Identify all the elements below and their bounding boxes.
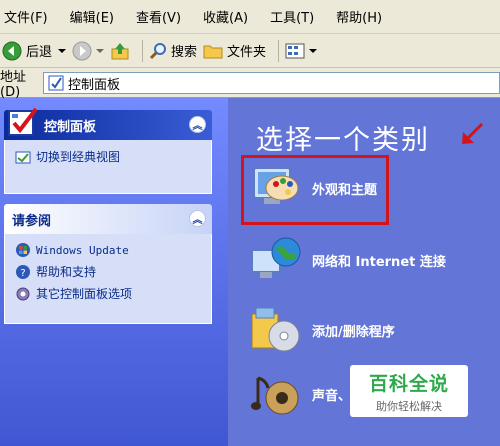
collapse-chevron-icon[interactable]: ︽ [189, 210, 206, 227]
menu-bar: 文件(F) 编辑(E) 查看(V) 收藏(A) 工具(T) 帮助(H) [0, 0, 500, 34]
back-button[interactable]: 后退 [2, 41, 52, 61]
control-panel-small-icon [48, 75, 64, 91]
watermark-title: 百科全说 [368, 372, 449, 395]
other-options-label: 其它控制面板选项 [36, 287, 133, 301]
collapse-chevron-icon[interactable]: ︽ [189, 116, 206, 133]
switch-view-icon [15, 151, 31, 163]
windows-update-label: Windows Update [36, 243, 129, 257]
toolbar-separator [278, 39, 280, 62]
folders-icon [203, 45, 223, 58]
see-also-title: 请参阅 [12, 213, 52, 229]
windows-update-icon [16, 243, 30, 257]
views-grid-icon [285, 43, 305, 58]
other-options-link[interactable]: 其它控制面板选项 [15, 285, 201, 302]
menu-tools[interactable]: 工具(T) [270, 7, 314, 26]
control-panel-box-header[interactable]: 控制面板 ︽ [4, 107, 212, 140]
toolbar-separator [142, 39, 144, 62]
see-also-box-body: Windows Update ? 帮助和支持 其它控制面板选项 [4, 234, 212, 324]
category-add-remove-label: 添加/删除程序 [312, 324, 395, 340]
help-support-label: 帮助和支持 [36, 265, 97, 279]
folders-label: 文件夹 [227, 45, 267, 60]
menu-edit[interactable]: 编辑(E) [70, 7, 114, 26]
address-input[interactable]: 控制面板 [43, 72, 500, 94]
category-sounds-label: 声音、 [312, 388, 352, 404]
back-label: 后退 [26, 45, 53, 60]
folders-button[interactable]: 文件夹 [203, 41, 266, 60]
switch-classic-view-link[interactable]: 切换到经典视图 [15, 148, 201, 165]
dropdown-arrow-icon [309, 48, 318, 53]
address-label: 地址(D) [0, 69, 27, 100]
control-panel-box: 控制面板 ︽ 切换到经典视图 [4, 107, 212, 194]
baike-watermark: 百科全说 助你轻松解决 [350, 365, 468, 417]
dropdown-arrow-icon [58, 48, 67, 53]
back-arrow-icon [2, 41, 22, 60]
toolbar: 后退 搜索 文件夹 [0, 34, 500, 68]
menu-file[interactable]: 文件(F) [4, 7, 48, 26]
watermark-subtitle: 助你轻松解决 [376, 399, 442, 413]
gear-icon [16, 287, 30, 300]
pick-category-heading: 选择一个类别 [256, 125, 430, 156]
address-bar: 地址(D) 控制面板 [0, 68, 500, 100]
sounds-icon [251, 376, 299, 415]
control-panel-box-title: 控制面板 [44, 119, 97, 135]
forward-button[interactable] [72, 41, 105, 61]
address-value: 控制面板 [68, 77, 121, 93]
category-network-label: 网络和 Internet 连接 [312, 254, 446, 270]
views-button[interactable] [285, 42, 318, 60]
control-panel-icon [8, 107, 38, 136]
category-network-internet[interactable]: 网络和 Internet 连接 [250, 234, 446, 286]
menu-favorites[interactable]: 收藏(A) [203, 7, 248, 26]
category-sounds[interactable]: 声音、 [250, 368, 351, 420]
network-globe-icon [251, 237, 301, 278]
see-also-box: 请参阅 ︽ Windows Update ? 帮助和支持 其它控制面板选项 [4, 204, 212, 324]
search-label: 搜索 [171, 45, 198, 60]
control-panel-box-body: 切换到经典视图 [4, 140, 212, 194]
up-folder-button[interactable] [110, 41, 130, 61]
add-remove-programs-icon [251, 307, 300, 352]
svg-text:?: ? [20, 268, 25, 279]
back-dropdown[interactable] [58, 47, 67, 55]
dropdown-arrow-icon [96, 48, 105, 53]
help-icon: ? [16, 264, 30, 279]
see-also-box-header[interactable]: 请参阅 ︽ [4, 204, 212, 234]
forward-arrow-icon [72, 41, 92, 60]
red-arrow-icon [462, 122, 484, 144]
help-support-link[interactable]: ? 帮助和支持 [15, 263, 201, 280]
category-add-remove-programs[interactable]: 添加/删除程序 [250, 304, 395, 356]
search-icon [149, 42, 167, 59]
up-folder-icon [111, 42, 129, 59]
highlight-box [241, 155, 389, 225]
menu-view[interactable]: 查看(V) [136, 7, 181, 26]
search-button[interactable]: 搜索 [149, 41, 197, 60]
switch-classic-view-label: 切换到经典视图 [36, 150, 121, 164]
windows-update-link[interactable]: Windows Update [15, 242, 201, 258]
task-pane: 控制面板 ︽ 切换到经典视图 请参阅 ︽ Windows Update ? 帮助… [0, 98, 228, 446]
menu-help[interactable]: 帮助(H) [336, 7, 382, 26]
